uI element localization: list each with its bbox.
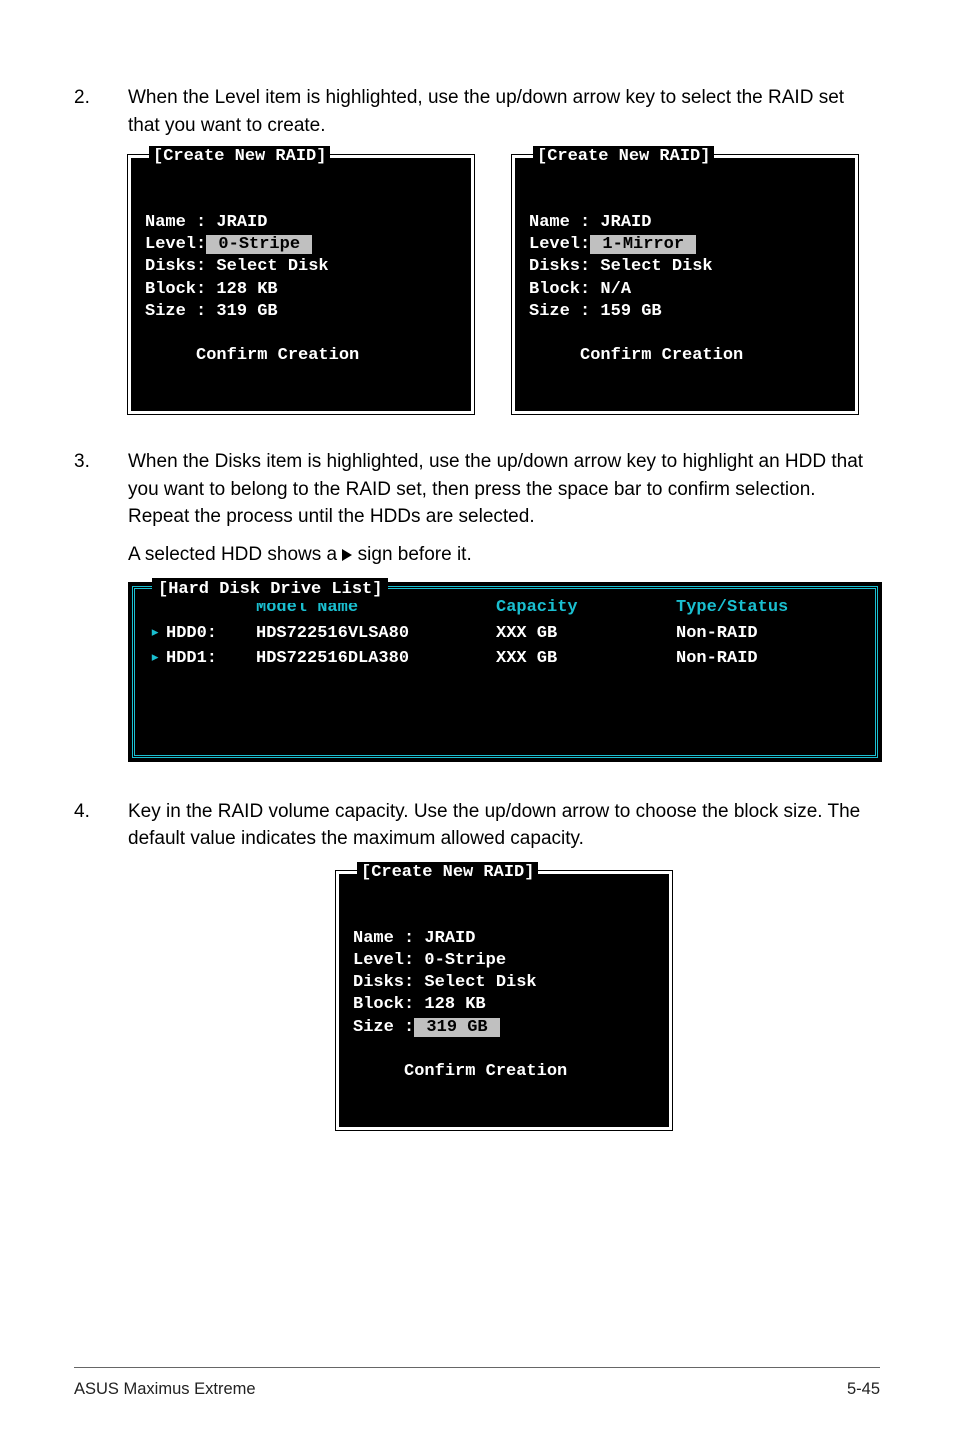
create-raid-box-size: [Create New RAID] Name : JRAID Level: 0-…	[336, 871, 672, 1130]
confirm-creation[interactable]: Confirm Creation	[529, 346, 743, 365]
field-level: Level: 1-Mirror	[529, 235, 696, 254]
field-level: Level: 0-Stripe	[353, 951, 506, 970]
field-name: Name : JRAID	[145, 213, 267, 232]
size-value-highlighted[interactable]: 319 GB	[414, 1018, 500, 1037]
field-disks: Disks: Select Disk	[529, 257, 713, 276]
triangle-icon	[342, 549, 352, 561]
footer-page-number: 5-45	[847, 1378, 880, 1402]
step-text: Key in the RAID volume capacity. Use the…	[128, 798, 880, 853]
cell-type-status: Non-RAID	[676, 621, 876, 647]
create-raid-box-mirror: [Create New RAID] Name : JRAID Level: 1-…	[512, 155, 858, 414]
cell-type-status: Non-RAID	[676, 646, 876, 672]
col-type-status: Type/Status	[676, 596, 876, 621]
confirm-creation[interactable]: Confirm Creation	[145, 346, 359, 365]
field-name: Name : JRAID	[529, 213, 651, 232]
col-capacity: Capacity	[496, 596, 676, 621]
disklist-row[interactable]: ▸HDD0: HDS722516VLSA80 XXX GB Non-RAID	[144, 621, 866, 647]
step-aux-text: A selected HDD shows a sign before it.	[128, 541, 880, 569]
box-title: [Create New RAID]	[357, 862, 538, 884]
field-block: Block: 128 KB	[353, 995, 486, 1014]
step-3: 3. When the Disks item is highlighted, u…	[74, 448, 880, 568]
selected-triangle-icon: ▸	[150, 621, 160, 647]
step-2: 2. When the Level item is highlighted, u…	[74, 84, 880, 139]
field-level: Level: 0-Stripe	[145, 235, 312, 254]
cell-capacity: XXX GB	[496, 621, 676, 647]
level-value-highlighted[interactable]: 1-Mirror	[590, 235, 696, 254]
field-block: Block: N/A	[529, 280, 631, 299]
field-size: Size : 319 GB	[145, 302, 278, 321]
field-block: Block: 128 KB	[145, 280, 278, 299]
field-size: Size : 159 GB	[529, 302, 662, 321]
disklist-row[interactable]: ▸HDD1: HDS722516DLA380 XXX GB Non-RAID	[144, 646, 866, 672]
box-title: [Create New RAID]	[149, 146, 330, 168]
confirm-creation[interactable]: Confirm Creation	[353, 1062, 567, 1081]
disklist-title: [Hard Disk Drive List]	[152, 578, 388, 603]
field-size: Size : 319 GB	[353, 1018, 500, 1037]
raid-box-row: [Create New RAID] Name : JRAID Level: 0-…	[128, 155, 880, 414]
footer-left: ASUS Maximus Extreme	[74, 1378, 256, 1402]
step-number: 2.	[74, 84, 128, 139]
field-disks: Disks: Select Disk	[353, 973, 537, 992]
field-name: Name : JRAID	[353, 929, 475, 948]
selected-triangle-icon: ▸	[150, 646, 160, 672]
cell-model: HDS722516VLSA80	[256, 621, 496, 647]
hard-disk-drive-list: [Hard Disk Drive List] Model Name Capaci…	[128, 582, 882, 762]
step-4: 4. Key in the RAID volume capacity. Use …	[74, 798, 880, 853]
level-value-highlighted[interactable]: 0-Stripe	[206, 235, 312, 254]
create-raid-box-stripe: [Create New RAID] Name : JRAID Level: 0-…	[128, 155, 474, 414]
page-footer: ASUS Maximus Extreme 5-45	[74, 1367, 880, 1402]
cell-model: HDS722516DLA380	[256, 646, 496, 672]
step-text: When the Disks item is highlighted, use …	[128, 448, 880, 531]
field-disks: Disks: Select Disk	[145, 257, 329, 276]
step-text: When the Level item is highlighted, use …	[128, 84, 880, 139]
cell-capacity: XXX GB	[496, 646, 676, 672]
box-title: [Create New RAID]	[533, 146, 714, 168]
step-number: 3.	[74, 448, 128, 568]
step-number: 4.	[74, 798, 128, 853]
